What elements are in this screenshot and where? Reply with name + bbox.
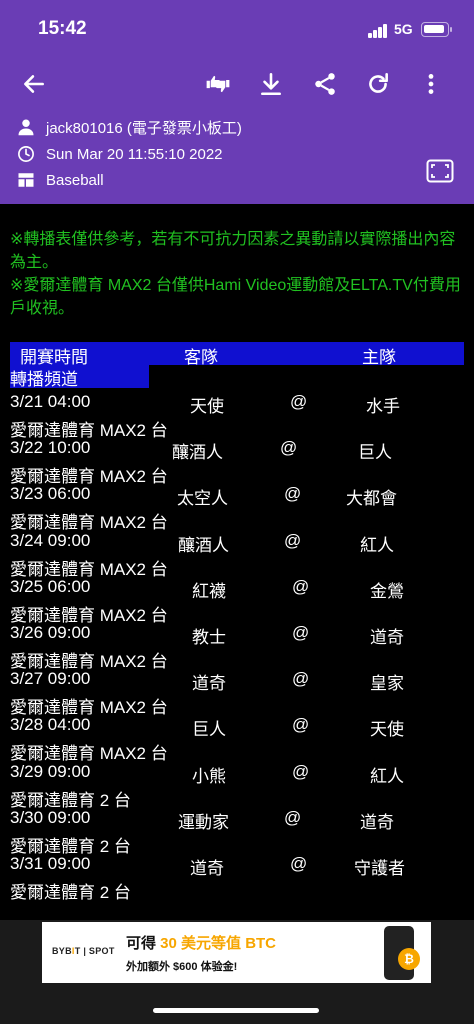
header-home: 主隊 — [362, 348, 396, 367]
game-time: 3/27 09:00 — [10, 669, 91, 689]
away-team: 天使 — [190, 397, 224, 416]
board-name: Baseball — [46, 171, 104, 189]
game-time: 3/26 09:00 — [10, 623, 91, 642]
away-team: 釀酒人 — [172, 443, 223, 463]
game-time: 3/21 04:00 — [10, 392, 91, 411]
at-sign: @ — [284, 807, 302, 827]
network-type: 5G — [394, 21, 413, 37]
share-icon[interactable] — [303, 62, 347, 106]
table-row: 3/25 06:00 紅襪 @ 金鶯 愛爾達體育 MAX2 台 — [0, 576, 474, 625]
away-team: 教士 — [192, 628, 226, 647]
author-name: jack801016 (電子發票小板工) — [46, 119, 242, 137]
header-away: 客隊 — [184, 348, 218, 367]
datetime-row: Sun Mar 20 11:55:10 2022 — [16, 142, 223, 166]
at-sign: @ — [292, 761, 310, 781]
table-row: 3/29 09:00 小熊 @ 紅人 愛爾達體育 2 台 — [0, 761, 474, 810]
status-time: 15:42 — [38, 18, 87, 39]
at-sign: @ — [292, 715, 310, 735]
home-team: 巨人 — [358, 443, 392, 463]
home-team: 紅人 — [360, 535, 394, 555]
home-team: 水手 — [366, 397, 400, 416]
away-team: 巨人 — [192, 720, 226, 740]
ad-logo: BYBIT | SPOT — [52, 946, 115, 956]
table-row: 3/27 09:00 道奇 @ 皇家 愛爾達體育 MAX2 台 — [0, 669, 474, 717]
home-team: 道奇 — [370, 628, 404, 647]
table-header: 開賽時間 客隊 主隊 — [10, 342, 464, 367]
away-team: 太空人 — [177, 489, 228, 509]
game-time: 3/24 09:00 — [10, 530, 91, 550]
home-team: 天使 — [370, 720, 404, 740]
game-time: 3/31 09:00 — [10, 854, 91, 873]
game-time: 3/25 06:00 — [10, 576, 91, 596]
table-row: 3/30 09:00 運動家 @ 道奇 愛爾達體育 2 台 — [0, 807, 474, 856]
signal-icon — [368, 24, 388, 38]
at-sign: @ — [280, 438, 298, 458]
at-sign: @ — [292, 669, 310, 689]
home-team: 皇家 — [370, 674, 404, 694]
back-arrow-icon[interactable] — [12, 62, 56, 106]
download-icon[interactable] — [249, 62, 293, 106]
away-team: 釀酒人 — [178, 535, 229, 555]
table-row: 3/24 09:00 釀酒人 @ 紅人 愛爾達體育 MAX2 台 — [0, 530, 474, 579]
ad-subline: 外加额外 $600 体验金! — [126, 961, 238, 973]
away-team: 紅襪 — [192, 581, 226, 601]
notice-line-1: ※轉播表僅供參考，若有不可抗力因素之異動請以實際播出內容為主。 — [10, 231, 456, 271]
battery-icon — [421, 22, 452, 37]
post-content: ※轉播表僅供參考，若有不可抗力因素之異動請以實際播出內容為主。 ※愛爾達體育 M… — [0, 204, 474, 920]
clock-icon — [16, 144, 36, 164]
app-header: 15:42 5G jack801016 (電子發票小板工) Sun Mar 20… — [0, 0, 474, 204]
person-icon — [16, 117, 36, 137]
away-team: 小熊 — [192, 766, 226, 786]
table-row: 3/28 04:00 巨人 @ 天使 愛爾達體育 MAX2 台 — [0, 715, 474, 763]
board-icon — [16, 170, 36, 190]
fullscreen-icon[interactable] — [424, 156, 456, 186]
ad-headline: 可得 30 美元等值 BTC — [126, 935, 277, 952]
home-team: 紅人 — [370, 766, 404, 786]
table-row: 3/31 09:00 道奇 @ 守護者愛爾達體育 2 台 — [0, 854, 474, 902]
home-team: 守護者 — [354, 859, 405, 878]
post-datetime: Sun Mar 20 11:55:10 2022 — [46, 145, 223, 163]
away-team: 道奇 — [190, 859, 224, 878]
home-team: 金鶯 — [370, 581, 404, 601]
at-sign: @ — [292, 576, 310, 596]
home-team: 大都會 — [346, 489, 397, 509]
table-row: 3/22 10:00 釀酒人 @ 巨人 愛爾達體育 MAX2 台 — [0, 438, 474, 486]
away-team: 道奇 — [192, 674, 226, 694]
ad-banner[interactable]: BYBIT | SPOT 可得 30 美元等值 BTC 外加额外 $600 体验… — [42, 922, 431, 983]
broadcast-channel: 愛爾達體育 2 台 — [10, 883, 131, 902]
notice-line-2: ※愛爾達體育 MAX2 台僅供Hami Video運動館及ELTA.TV付費用戶… — [10, 277, 461, 317]
more-vertical-icon[interactable] — [409, 62, 453, 106]
table-row: 3/23 06:00 太空人 @ 大都會 愛爾達體育 MAX2 台 — [0, 484, 474, 532]
push-pull-icon[interactable] — [196, 62, 240, 106]
at-sign: @ — [290, 854, 308, 873]
at-sign: @ — [284, 530, 302, 550]
table-row: 3/26 09:00 教士 @ 道奇 愛爾達體育 MAX2 台 — [0, 623, 474, 671]
bitcoin-icon: ₿ — [398, 948, 420, 970]
board-row: Baseball — [16, 168, 104, 192]
home-indicator — [153, 1008, 319, 1013]
table-row: 3/21 04:00 天使 @ 水手 愛爾達體育 MAX2 台 — [0, 392, 474, 440]
game-time: 3/28 04:00 — [10, 715, 91, 735]
author-row: jack801016 (電子發票小板工) — [16, 115, 242, 139]
game-time: 3/29 09:00 — [10, 761, 91, 781]
refresh-icon[interactable] — [356, 62, 400, 106]
at-sign: @ — [284, 484, 302, 504]
game-time: 3/30 09:00 — [10, 807, 91, 827]
home-team: 道奇 — [360, 812, 394, 832]
post-meta: jack801016 (電子發票小板工) Sun Mar 20 11:55:10… — [0, 110, 474, 204]
header-channel: 轉播頻道 — [10, 365, 149, 389]
status-bar: 15:42 5G — [0, 0, 474, 58]
toolbar — [0, 62, 474, 106]
game-time: 3/23 06:00 — [10, 484, 91, 504]
at-sign: @ — [290, 392, 308, 411]
game-time: 3/22 10:00 — [10, 438, 91, 458]
at-sign: @ — [292, 623, 310, 642]
away-team: 運動家 — [178, 812, 229, 832]
notice-text: ※轉播表僅供參考，若有不可抗力因素之異動請以實際播出內容為主。 ※愛爾達體育 M… — [10, 228, 466, 320]
